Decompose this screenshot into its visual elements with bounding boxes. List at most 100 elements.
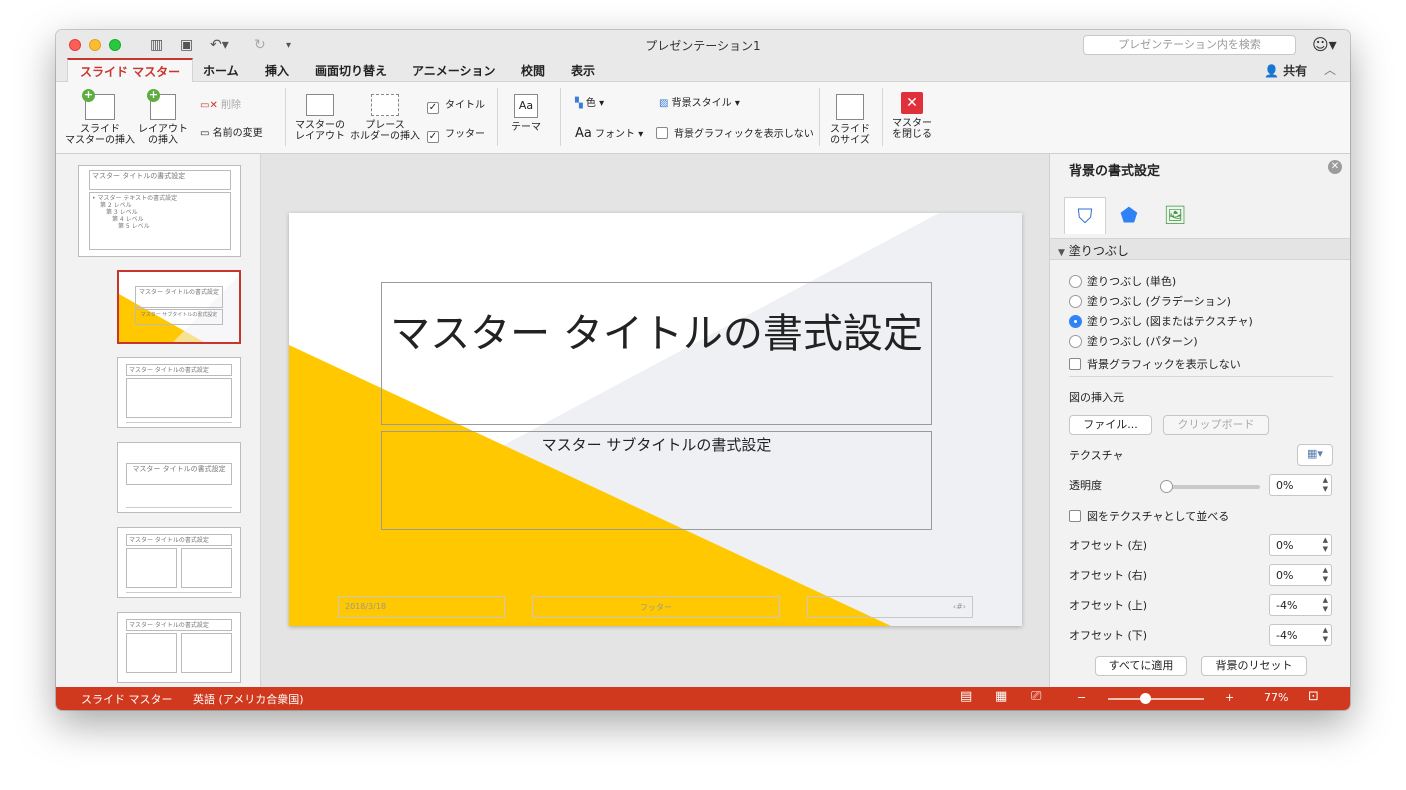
share-label: 共有: [1283, 64, 1308, 78]
search-input[interactable]: プレゼンテーション内を検索: [1083, 35, 1296, 55]
tab-transitions[interactable]: 画面切り替え: [315, 62, 387, 79]
tab-animations[interactable]: アニメーション: [412, 62, 496, 79]
fill-gradient-radio[interactable]: 塗りつぶし (グラデーション): [1069, 293, 1231, 309]
slide-thumbnail-pane[interactable]: マスター タイトルの書式設定 • マスター テキストの書式設定 第 2 レベル …: [56, 154, 261, 687]
insert-from-label: 図の挿入元: [1069, 391, 1124, 404]
transparency-stepper[interactable]: 0% ▲ ▼: [1269, 474, 1332, 496]
view-mode-label: スライド マスター: [81, 693, 173, 706]
transparency-slider[interactable]: [1160, 480, 1260, 493]
fill-section-header[interactable]: ▼ 塗りつぶし: [1050, 238, 1350, 260]
title-placeholder[interactable]: マスター タイトルの書式設定: [381, 282, 932, 425]
master-layout-button[interactable]: マスターの レイアウト: [289, 94, 351, 142]
close-master-view-button[interactable]: ✕ マスター を閉じる: [885, 92, 939, 140]
tab-insert[interactable]: 挿入: [265, 62, 289, 79]
date-placeholder[interactable]: 2018/3/18: [338, 596, 505, 618]
subtitle-placeholder[interactable]: マスター サブタイトルの書式設定: [381, 431, 932, 530]
thumb-footer-line: [126, 422, 232, 423]
zoom-level[interactable]: 77%: [1264, 691, 1288, 704]
rename-button[interactable]: ▭ 名前の変更: [200, 124, 263, 139]
insert-master-icon: +: [82, 89, 115, 120]
zoom-out-button[interactable]: −: [1077, 691, 1086, 704]
fill-solid-radio[interactable]: 塗りつぶし (単色): [1069, 273, 1176, 289]
slide-editing-canvas[interactable]: マスター タイトルの書式設定 マスター サブタイトルの書式設定 2018/3/1…: [261, 154, 1049, 687]
layout-thumbnail[interactable]: マスター タイトルの書式設定: [117, 442, 241, 513]
master-thumbnail[interactable]: マスター タイトルの書式設定 • マスター テキストの書式設定 第 2 レベル …: [78, 165, 241, 257]
slide-master-layout[interactable]: マスター タイトルの書式設定 マスター サブタイトルの書式設定 2018/3/1…: [289, 213, 1022, 626]
file-button[interactable]: ファイル...: [1069, 415, 1152, 435]
layout-thumbnail[interactable]: マスター タイトルの書式設定: [117, 612, 241, 683]
layout-thumbnail[interactable]: マスター タイトルの書式設定: [117, 357, 241, 428]
picture-tab[interactable]: 🖼: [1154, 197, 1196, 234]
footer-placeholder[interactable]: フッター: [532, 596, 780, 618]
tab-review[interactable]: 校閲: [521, 62, 545, 79]
insert-placeholder-button[interactable]: プレース ホルダーの挿入: [347, 94, 423, 142]
fill-picture-texture-radio[interactable]: 塗りつぶし (図またはテクスチャ): [1069, 313, 1253, 329]
thumb-footer-line: [126, 592, 232, 593]
footer-checkbox[interactable]: ✓ フッター: [427, 125, 485, 143]
presentation-view-icon[interactable]: ⎚: [1031, 689, 1041, 704]
insert-layout-button[interactable]: + レイアウト の挿入: [134, 89, 192, 147]
tab-home[interactable]: ホーム: [203, 62, 239, 79]
slide-number-placeholder[interactable]: ‹#›: [807, 596, 973, 618]
close-panel-icon[interactable]: ✕: [1328, 160, 1342, 174]
reset-background-button[interactable]: 背景のリセット: [1201, 656, 1307, 676]
stepper-arrows-icon[interactable]: ▲ ▼: [1323, 476, 1328, 494]
insert-slide-master-button[interactable]: + スライド マスターの挿入: [64, 89, 136, 147]
offset-top-stepper[interactable]: -4% ▲ ▼: [1269, 594, 1332, 616]
fill-gradient-label: 塗りつぶし (グラデーション): [1087, 295, 1231, 308]
ribbon: + スライド マスターの挿入 + レイアウト の挿入 ▭✕ 削除 ▭ 名前の変更…: [56, 82, 1350, 154]
stepper-arrows-icon[interactable]: ▲ ▼: [1323, 536, 1328, 554]
slide-size-button[interactable]: スライド のサイズ: [823, 94, 877, 146]
master-layout-label-2: レイアウト: [295, 131, 345, 142]
texture-picker[interactable]: ▦▾: [1297, 444, 1333, 466]
checkbox-icon: [1069, 358, 1081, 370]
ribbon-divider: [819, 88, 820, 146]
tab-view[interactable]: 表示: [571, 62, 595, 79]
background-styles-button[interactable]: ▨ 背景スタイル ▾: [659, 94, 740, 109]
offset-left-label: オフセット (左): [1069, 539, 1148, 552]
language-label[interactable]: 英語 (アメリカ合衆国): [193, 691, 304, 707]
delete-button[interactable]: ▭✕ 削除: [200, 96, 241, 111]
footer-checkbox-label: フッター: [445, 129, 485, 140]
feedback-smiley-icon[interactable]: ☺▾: [1312, 35, 1337, 54]
thumb-layout-title: マスター タイトルの書式設定: [135, 286, 223, 308]
share-button[interactable]: 👤 共有: [1264, 62, 1307, 79]
clipboard-button[interactable]: クリップボード: [1163, 415, 1269, 435]
slide-sorter-icon[interactable]: ▦: [995, 689, 1007, 704]
zoom-in-button[interactable]: +: [1225, 691, 1234, 704]
tab-slide-master[interactable]: スライド マスター: [67, 58, 194, 83]
powerpoint-window: ▥ ▣ ↶▾ ↻ ▾ プレゼンテーション1 プレゼンテーション内を検索 ☺▾ ス…: [56, 30, 1350, 710]
fonts-button[interactable]: Aa フォント ▾: [575, 125, 643, 141]
zoom-slider[interactable]: [1108, 693, 1204, 704]
fill-pattern-label: 塗りつぶし (パターン): [1087, 335, 1198, 348]
hide-bg-graphics-label: 背景グラフィックを表示しない: [674, 129, 814, 140]
apply-to-all-button[interactable]: すべてに適用: [1095, 656, 1187, 676]
hide-bg-check-icon: [656, 127, 668, 139]
fill-tab[interactable]: ⛉: [1064, 197, 1106, 234]
offset-bottom-stepper[interactable]: -4% ▲ ▼: [1269, 624, 1332, 646]
stepper-arrows-icon[interactable]: ▲ ▼: [1323, 626, 1328, 644]
title-checkbox[interactable]: ✓ タイトル: [427, 96, 485, 114]
transparency-slider-knob[interactable]: [1160, 480, 1173, 493]
colors-button[interactable]: ▚ 色 ▾: [575, 94, 604, 109]
offset-right-stepper[interactable]: 0% ▲ ▼: [1269, 564, 1332, 586]
layout-thumbnail-title-selected[interactable]: マスター タイトルの書式設定 マスター サブタイトルの書式設定: [117, 270, 241, 344]
radio-circle-icon: [1069, 335, 1082, 348]
hide-bg-graphics-checkbox[interactable]: 背景グラフィックを表示しない: [656, 125, 814, 140]
notes-view-icon[interactable]: ▤: [960, 689, 972, 704]
fit-to-window-icon[interactable]: ⊡: [1308, 689, 1319, 704]
offset-left-stepper[interactable]: 0% ▲ ▼: [1269, 534, 1332, 556]
zoom-slider-knob[interactable]: [1140, 693, 1151, 704]
checkbox-icon: [1069, 510, 1081, 522]
effects-tab[interactable]: ⬟: [1108, 197, 1150, 234]
tile-texture-checkbox[interactable]: 図をテクスチャとして並べる: [1069, 508, 1229, 524]
fill-section-label: 塗りつぶし: [1068, 244, 1129, 258]
stepper-arrows-icon[interactable]: ▲ ▼: [1323, 596, 1328, 614]
collapse-ribbon-icon[interactable]: ︿: [1324, 61, 1336, 78]
hide-bg-graphics-panel-checkbox[interactable]: 背景グラフィックを表示しない: [1069, 356, 1241, 372]
theme-button[interactable]: Aa テーマ: [504, 94, 548, 133]
stepper-arrows-icon[interactable]: ▲ ▼: [1323, 566, 1328, 584]
fill-pattern-radio[interactable]: 塗りつぶし (パターン): [1069, 333, 1198, 349]
layout-thumbnail[interactable]: マスター タイトルの書式設定: [117, 527, 241, 598]
thumb-content-right: [181, 548, 232, 588]
